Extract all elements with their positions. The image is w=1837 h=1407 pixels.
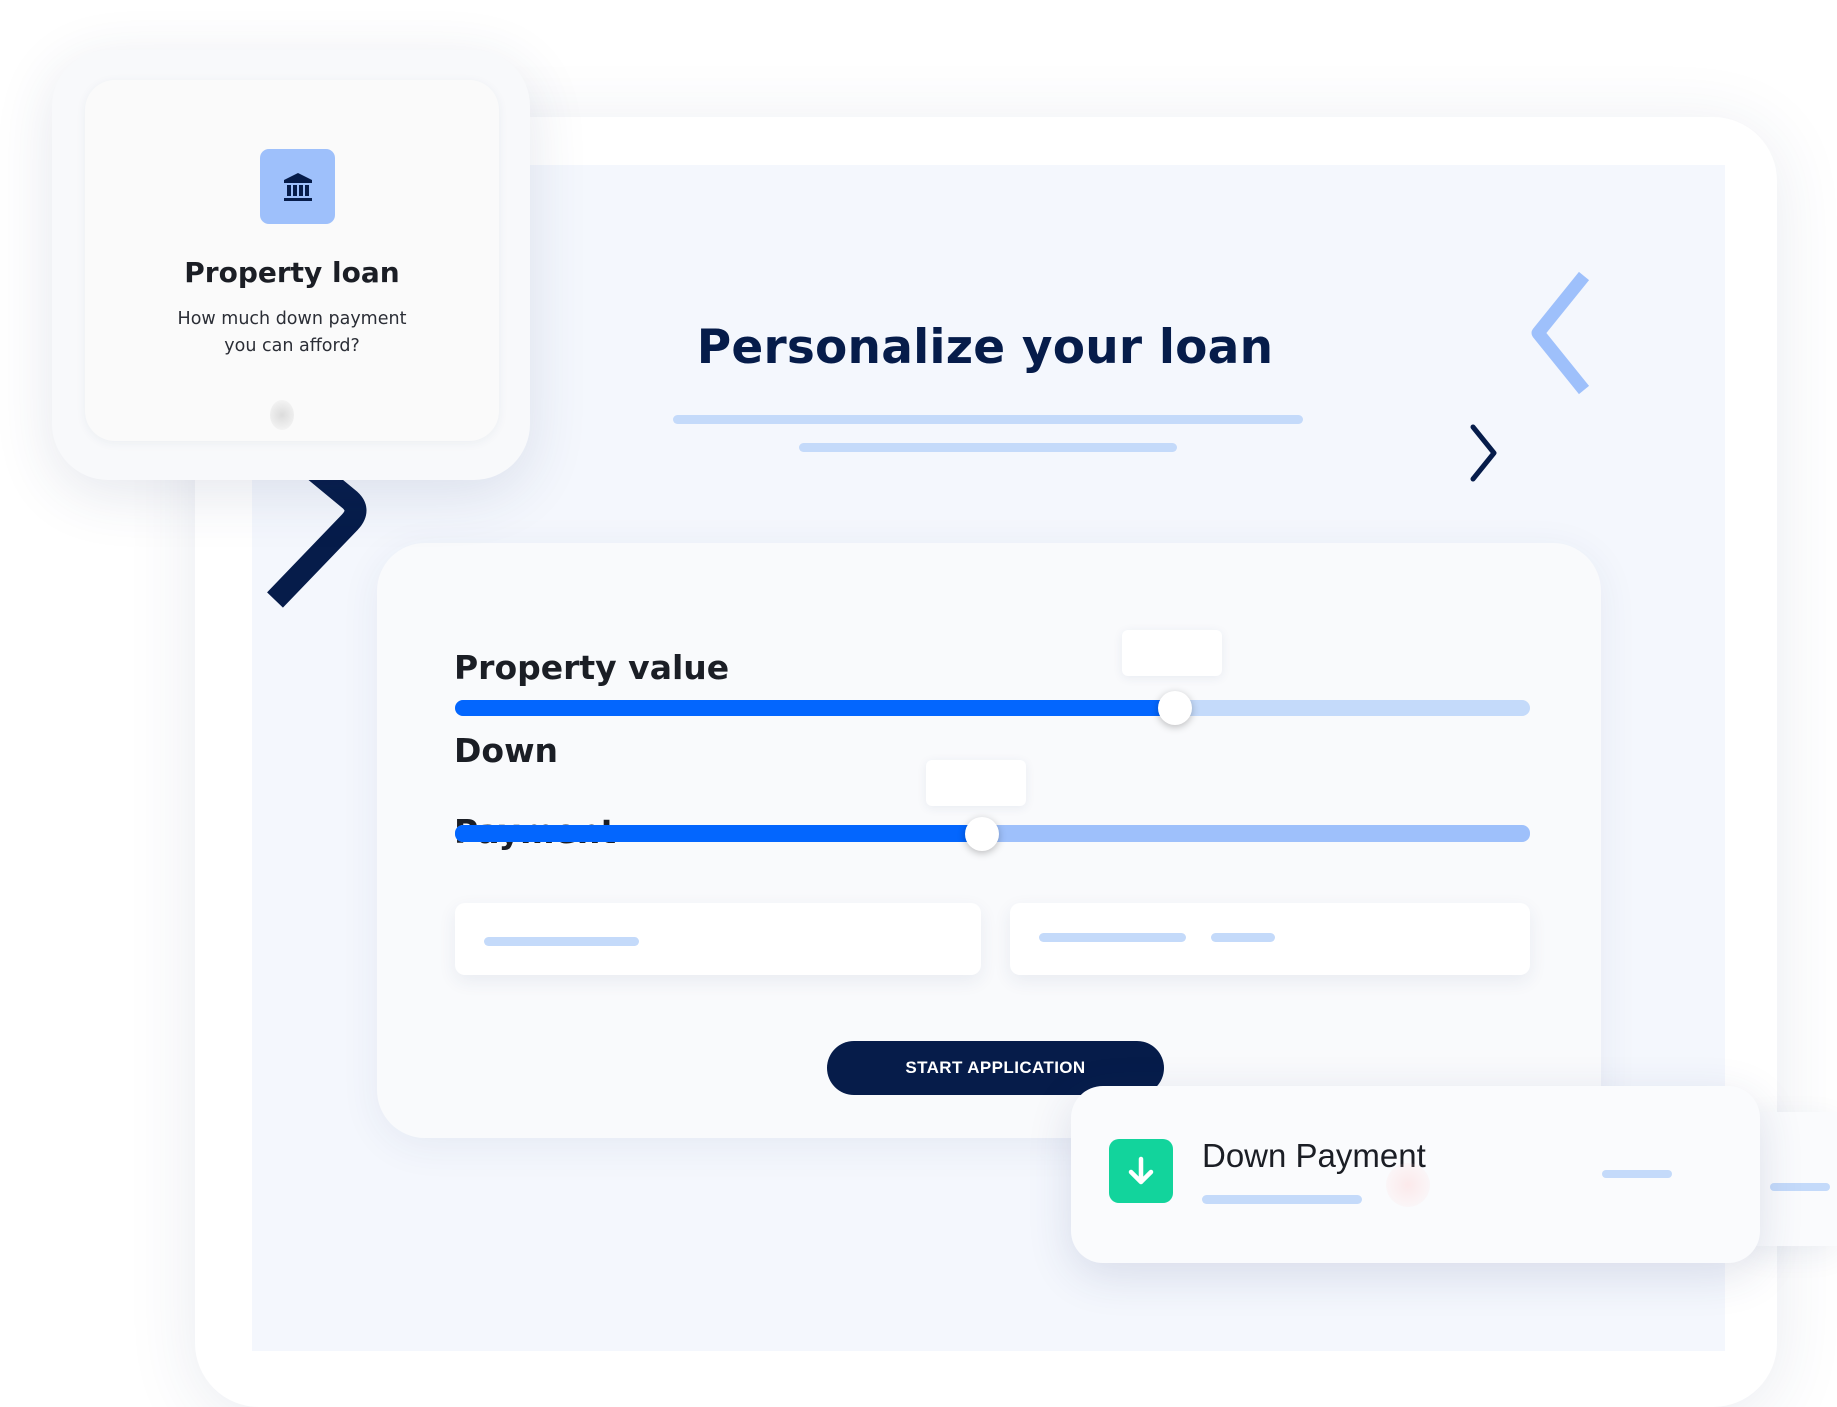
property-loan-subtitle-line2: you can afford?: [224, 336, 360, 356]
chevron-left-decor-icon: [1531, 271, 1590, 395]
notification-subtitle-line: [1202, 1195, 1362, 1204]
bank-icon-tile: [260, 149, 335, 224]
chevron-right-small-icon: [1470, 424, 1497, 482]
arrow-down-icon-tile: [1109, 1139, 1173, 1203]
cursor-shadow: [270, 400, 294, 430]
notification-dot: [1386, 1163, 1430, 1207]
property-value-fill: [455, 700, 1176, 716]
down-payment-slider-thumb[interactable]: [964, 817, 999, 851]
down-payment-label-line1: Down: [454, 731, 559, 770]
property-loan-title: Property loan: [184, 256, 400, 289]
amount-input-placeholder-line: [484, 937, 639, 946]
property-loan-subtitle-line1: How much down payment: [177, 309, 407, 329]
arrow-down-icon: [1128, 1156, 1154, 1185]
property-value-tooltip: [1122, 630, 1222, 676]
notification-value-line: [1602, 1170, 1672, 1178]
term-input-placeholder-line: [1039, 933, 1186, 942]
subtitle-placeholder-line-short: [799, 443, 1177, 452]
property-loan-subtitle: How much down payment you can afford?: [85, 306, 499, 360]
term-input-placeholder-line-short: [1211, 933, 1275, 942]
down-payment-tooltip: [926, 760, 1026, 806]
property-value-slider-thumb[interactable]: [1158, 691, 1193, 725]
notification-secondary-line: [1770, 1183, 1830, 1191]
bank-icon: [283, 172, 312, 201]
page-title: Personalize your loan: [696, 320, 1274, 375]
down-payment-fill: [455, 825, 982, 842]
subtitle-placeholder-line: [673, 415, 1303, 424]
property-value-label: Property value: [454, 648, 730, 687]
